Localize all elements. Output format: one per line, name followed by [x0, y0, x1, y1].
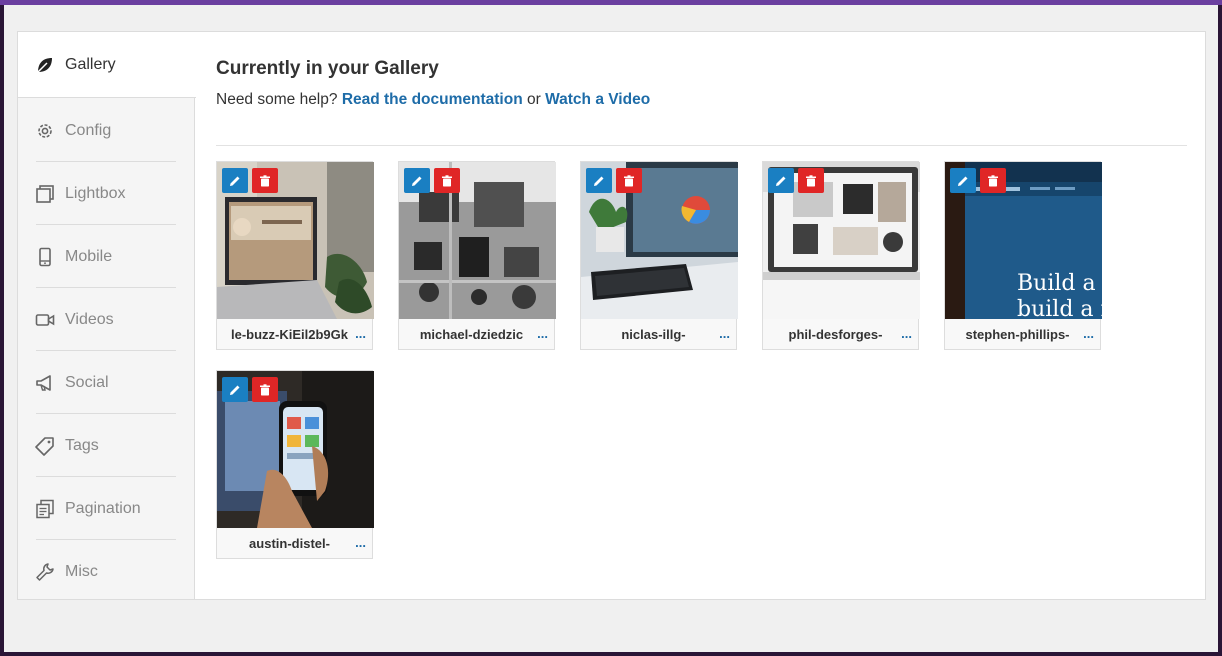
image-text-line2: build a n — [1017, 297, 1102, 319]
sidebar-item-label: Mobile — [65, 247, 113, 265]
trash-icon — [260, 383, 270, 395]
pencil-icon — [230, 385, 240, 395]
image-name: niclas-illg- — [621, 326, 686, 342]
pencil-icon — [958, 176, 968, 186]
image-text-line1: Build a v — [1017, 271, 1102, 296]
sidebar-item-tags[interactable]: Tags — [18, 414, 195, 477]
more-options-button[interactable]: ... — [537, 326, 548, 341]
gear-icon — [35, 121, 55, 141]
edit-button[interactable] — [222, 168, 248, 193]
gallery-item[interactable]: phil-desforges- ... — [762, 161, 920, 350]
sidebar-item-pagination[interactable]: Pagination — [18, 477, 195, 540]
delete-button[interactable] — [616, 168, 642, 193]
edit-button[interactable] — [950, 168, 976, 193]
image-name: stephen-phillips- — [965, 326, 1070, 342]
sidebar-item-label: Lightbox — [65, 184, 126, 202]
image-caption: austin-distel- — [217, 528, 372, 558]
more-options-button[interactable]: ... — [719, 326, 730, 341]
watch-video-link[interactable]: Watch a Video — [545, 91, 650, 108]
image-caption: michael-dziedzic — [399, 319, 554, 349]
pencil-icon — [594, 176, 604, 186]
sidebar-item-label: Pagination — [65, 499, 141, 517]
image-name: le-buzz-KiEil2b9Gk — [230, 326, 349, 342]
gallery-item[interactable]: austin-distel- ... — [216, 370, 374, 559]
more-options-button[interactable]: ... — [355, 535, 366, 550]
sidebar-item-label: Config — [65, 121, 112, 139]
sidebar-item-label: Misc — [65, 562, 98, 580]
trash-icon — [442, 174, 452, 186]
help-prefix: Need some help? — [216, 91, 338, 108]
edit-button[interactable] — [768, 168, 794, 193]
more-options-button[interactable]: ... — [901, 326, 912, 341]
page-title: Currently in your Gallery — [216, 58, 439, 79]
delete-button[interactable] — [980, 168, 1006, 193]
image-name: phil-desforges- — [788, 326, 883, 342]
delete-button[interactable] — [252, 377, 278, 402]
trash-icon — [988, 174, 998, 186]
gallery-item[interactable]: michael-dziedzic ... — [398, 161, 556, 350]
sidebar-item-social[interactable]: Social — [18, 351, 195, 414]
image-caption: niclas-illg- — [581, 319, 736, 349]
sidebar-item-label: Gallery — [65, 55, 116, 73]
image-caption: stephen-phillips- — [945, 319, 1100, 349]
sidebar-item-label: Social — [65, 373, 109, 391]
more-options-button[interactable]: ... — [355, 326, 366, 341]
leaf-icon — [35, 55, 55, 75]
sidebar-item-label: Videos — [65, 310, 114, 328]
megaphone-icon — [35, 373, 55, 393]
mobile-icon — [35, 247, 55, 267]
trash-icon — [806, 174, 816, 186]
sidebar-item-config[interactable]: Config — [18, 99, 195, 162]
trash-icon — [260, 174, 270, 186]
sidebar-item-misc[interactable]: Misc — [18, 540, 195, 603]
gallery-item[interactable]: le-buzz-KiEil2b9Gk ... — [216, 161, 374, 350]
more-options-button[interactable]: ... — [1083, 326, 1094, 341]
edit-button[interactable] — [222, 377, 248, 402]
sidebar-item-label: Tags — [65, 436, 99, 454]
help-or: or — [526, 91, 541, 108]
sidebar-item-lightbox[interactable]: Lightbox — [18, 162, 195, 225]
pencil-icon — [230, 176, 240, 186]
delete-button[interactable] — [252, 168, 278, 193]
edit-button[interactable] — [404, 168, 430, 193]
image-name: michael-dziedzic — [419, 326, 524, 342]
image-caption: le-buzz-KiEil2b9Gk — [217, 319, 372, 349]
documentation-link[interactable]: Read the documentation — [342, 91, 523, 108]
sidebar: Gallery Config Lightbox Mobile Videos So… — [18, 32, 196, 599]
lightbox-icon — [35, 184, 55, 204]
tag-icon — [35, 436, 55, 456]
edit-button[interactable] — [586, 168, 612, 193]
settings-modal: Gallery Config Lightbox Mobile Videos So… — [4, 5, 1218, 652]
video-icon — [35, 310, 55, 330]
sidebar-item-mobile[interactable]: Mobile — [18, 225, 195, 288]
pencil-icon — [412, 176, 422, 186]
delete-button[interactable] — [434, 168, 460, 193]
gallery-panel: Gallery Config Lightbox Mobile Videos So… — [17, 31, 1206, 600]
gallery-item[interactable]: niclas-illg- ... — [580, 161, 738, 350]
image-name: austin-distel- — [249, 535, 330, 551]
wrench-icon — [35, 562, 55, 582]
content-divider — [216, 145, 1187, 146]
pencil-icon — [776, 176, 786, 186]
image-caption: phil-desforges- — [763, 319, 918, 349]
sidebar-item-gallery[interactable]: Gallery — [18, 32, 196, 98]
help-text: Need some help? Read the documentation o… — [216, 91, 650, 109]
sidebar-item-videos[interactable]: Videos — [18, 288, 195, 351]
delete-button[interactable] — [798, 168, 824, 193]
pagination-icon — [35, 499, 55, 519]
trash-icon — [624, 174, 634, 186]
gallery-item[interactable]: Build a v build a n stephen-phillips- ..… — [944, 161, 1102, 350]
